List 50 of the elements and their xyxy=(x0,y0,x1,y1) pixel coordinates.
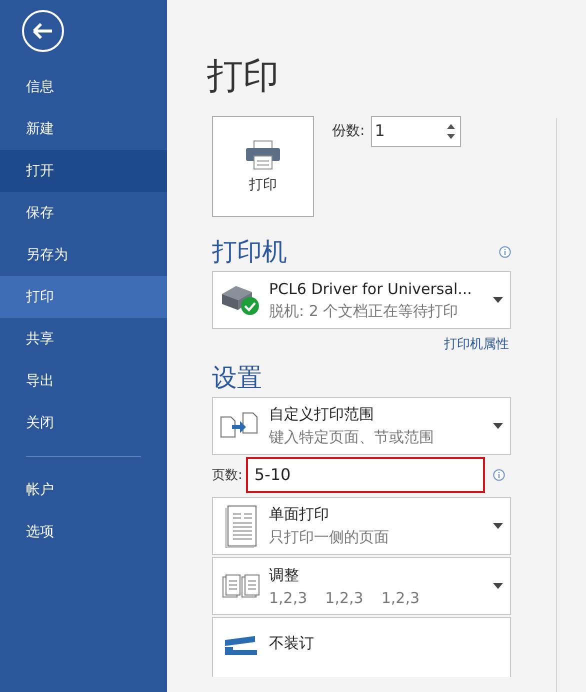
menu-item[interactable]: 关闭 xyxy=(0,402,167,444)
menu-item[interactable]: 帐户 xyxy=(0,469,167,511)
page-range-dropdown[interactable]: 自定义打印范围 键入特定页面、节或范围 xyxy=(212,397,511,455)
collation-order: 1,2,3 xyxy=(325,588,364,606)
printer-name: PCL6 Driver for Universal... xyxy=(269,280,473,298)
single-page-icon xyxy=(224,504,258,548)
pages-field[interactable]: 5-10 xyxy=(246,457,486,493)
collated-pages-icon xyxy=(221,573,261,599)
section-heading: 设置 xyxy=(212,362,262,394)
back-button[interactable] xyxy=(21,9,65,53)
printer-dropdown[interactable]: PCL6 Driver for Universal... 脱机: 2 个文档正在等待打印 xyxy=(212,271,511,329)
page-title: 打印 xyxy=(207,55,280,99)
menu-item[interactable]: 保存 xyxy=(0,192,167,234)
copies-label: 份数: xyxy=(332,122,365,140)
menu-item[interactable]: 打印 xyxy=(0,276,167,318)
menu-item[interactable]: 信息 xyxy=(0,66,167,108)
info-icon[interactable] xyxy=(499,246,511,258)
collation-order: 1,2,3 xyxy=(381,588,420,606)
caret-icon xyxy=(493,423,503,429)
setting-description: 键入特定页面、节或范围 xyxy=(269,428,435,447)
section-heading: 打印机 xyxy=(212,236,287,268)
menu-item[interactable]: 共享 xyxy=(0,318,167,360)
menu-item[interactable]: 新建 xyxy=(0,108,167,150)
printer-properties-link[interactable]: 打印机属性 xyxy=(212,335,509,353)
setting-title: 自定义打印范围 xyxy=(269,405,375,424)
menu-item[interactable]: 导出 xyxy=(0,360,167,402)
setting-title: 调整 xyxy=(269,566,300,584)
collation-order: 1,2,3 xyxy=(269,588,308,606)
menu-item[interactable]: 选项 xyxy=(0,511,167,553)
pages-label: 页数: xyxy=(212,467,242,484)
printer-status: 脱机: 2 个文档正在等待打印 xyxy=(269,302,460,320)
menu-item[interactable]: 打开 xyxy=(0,150,167,192)
stapler-icon xyxy=(223,634,259,658)
setting-title: 单面打印 xyxy=(269,505,330,524)
printer-icon xyxy=(245,140,281,170)
setting-description: 只打印一侧的页面 xyxy=(269,528,390,547)
caret-icon xyxy=(493,523,503,529)
collation-dropdown[interactable]: 调整 1,2,3 1,2,3 1,2,3 xyxy=(212,557,511,615)
sides-dropdown[interactable]: 单面打印 只打印一侧的页面 xyxy=(212,497,511,555)
spin-down-icon[interactable] xyxy=(446,134,455,139)
copies-field[interactable]: 1 xyxy=(370,116,461,147)
print-button[interactable]: 打印 xyxy=(212,116,314,217)
spin-up-icon[interactable] xyxy=(446,124,455,129)
staple-dropdown[interactable]: 不装订 xyxy=(212,617,511,677)
setting-title: 不装订 xyxy=(269,634,315,653)
caret-icon xyxy=(493,297,503,303)
info-icon[interactable] xyxy=(493,469,506,481)
menu-item[interactable]: 另存为 xyxy=(0,234,167,276)
printer-ready-icon xyxy=(220,284,262,316)
caret-icon xyxy=(493,583,503,589)
